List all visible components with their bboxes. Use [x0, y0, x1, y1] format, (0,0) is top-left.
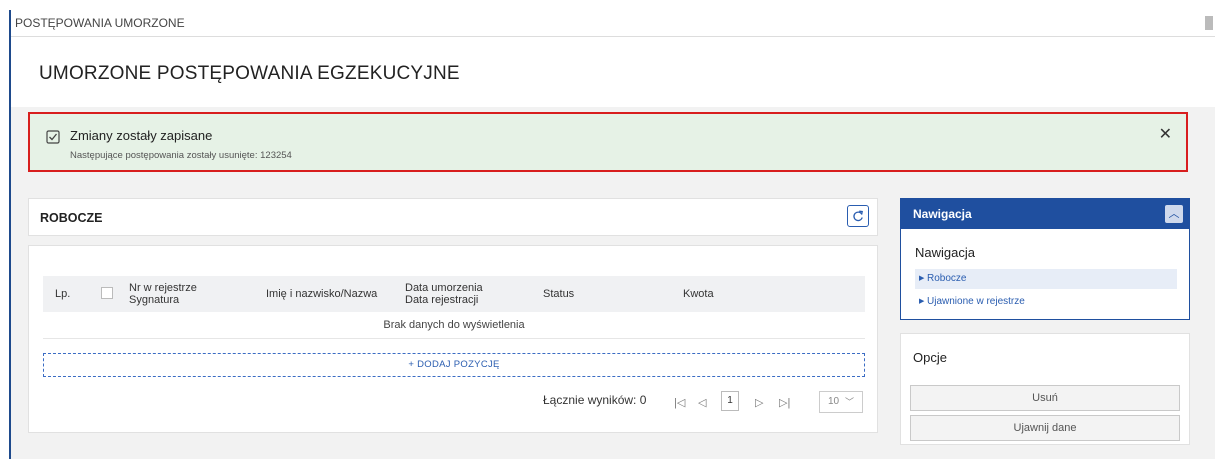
refresh-button[interactable]	[847, 205, 869, 227]
col-nr-line1: Nr w rejestrze	[129, 282, 197, 294]
breadcrumb: POSTĘPOWANIA UMORZONE	[15, 16, 185, 30]
options-panel: Opcje Usuń Ujawnij dane	[900, 333, 1190, 445]
options-title: Opcje	[913, 350, 947, 365]
page-size-select[interactable]: 10 ﹀	[819, 391, 863, 413]
col-date: Data umorzenia Data rejestracji	[405, 282, 483, 306]
first-page-icon[interactable]: |◁	[674, 396, 685, 409]
empty-state: Brak danych do wyświetlenia	[43, 312, 865, 339]
total-count: Łącznie wyników: 0	[543, 393, 647, 407]
col-lp: Lp.	[55, 288, 71, 300]
col-nr-line2: Sygnatura	[129, 294, 180, 306]
nav-item-ujawnione[interactable]: ▶ Ujawnione w rejestrze	[915, 292, 1177, 312]
table-header: Lp. Nr w rejestrze Sygnatura Imię i nazw…	[43, 276, 865, 312]
add-item-button[interactable]: + DODAJ POZYCJĘ	[43, 353, 865, 377]
close-icon[interactable]: ✕	[1159, 124, 1172, 144]
nav-item-robocze[interactable]: ▶ Robocze	[915, 269, 1177, 289]
page-title: UMORZONE POSTĘPOWANIA EGZEKUCYJNE	[39, 63, 460, 84]
col-amount: Kwota	[683, 288, 714, 300]
col-status: Status	[543, 288, 575, 300]
col-name: Imię i nazwisko/Nazwa	[266, 288, 378, 300]
window-handle[interactable]	[1205, 16, 1213, 30]
nav-subtitle: Nawigacja	[915, 245, 975, 260]
nav-item-label: Ujawnione w rejestrze	[927, 296, 1025, 307]
nav-header: Nawigacja	[901, 199, 1189, 229]
current-page-input[interactable]: 1	[721, 391, 739, 411]
results-table: Lp. Nr w rejestrze Sygnatura Imię i nazw…	[28, 245, 878, 433]
nav-item-label: Robocze	[927, 273, 967, 284]
check-square-icon	[46, 130, 60, 144]
reveal-data-button[interactable]: Ujawnij dane	[910, 415, 1180, 441]
alert-title: Zmiany zostały zapisane	[70, 128, 213, 143]
caret-right-icon: ▶	[919, 275, 925, 282]
col-date-line2: Data rejestracji	[405, 294, 479, 306]
window-topbar: POSTĘPOWANIA UMORZONE	[11, 10, 1215, 37]
refresh-icon	[853, 210, 863, 222]
page-size-value: 10	[828, 396, 840, 407]
page-header: UMORZONE POSTĘPOWANIA EGZEKUCYJNE	[11, 37, 1215, 107]
caret-right-icon: ▶	[919, 298, 925, 305]
panel-title: ROBOCZE	[40, 211, 103, 225]
prev-page-icon[interactable]: ◁	[698, 396, 706, 409]
col-date-line1: Data umorzenia	[405, 282, 483, 294]
chevron-up-icon[interactable]: ︿	[1165, 205, 1183, 223]
navigation-panel: Nawigacja ︿ Nawigacja ▶ Robocze ▶ Ujawni…	[900, 198, 1190, 320]
chevron-down-icon: ﹀	[844, 397, 854, 407]
success-alert: Zmiany zostały zapisane Następujące post…	[28, 112, 1188, 172]
col-nr: Nr w rejestrze Sygnatura	[129, 282, 197, 306]
robocze-panel-header: ROBOCZE	[28, 198, 878, 236]
next-page-icon[interactable]: ▷	[755, 396, 763, 409]
last-page-icon[interactable]: ▷|	[779, 396, 790, 409]
delete-button[interactable]: Usuń	[910, 385, 1180, 411]
select-all-checkbox[interactable]	[101, 287, 113, 299]
alert-message: Następujące postępowania zostały usunięt…	[70, 150, 292, 161]
